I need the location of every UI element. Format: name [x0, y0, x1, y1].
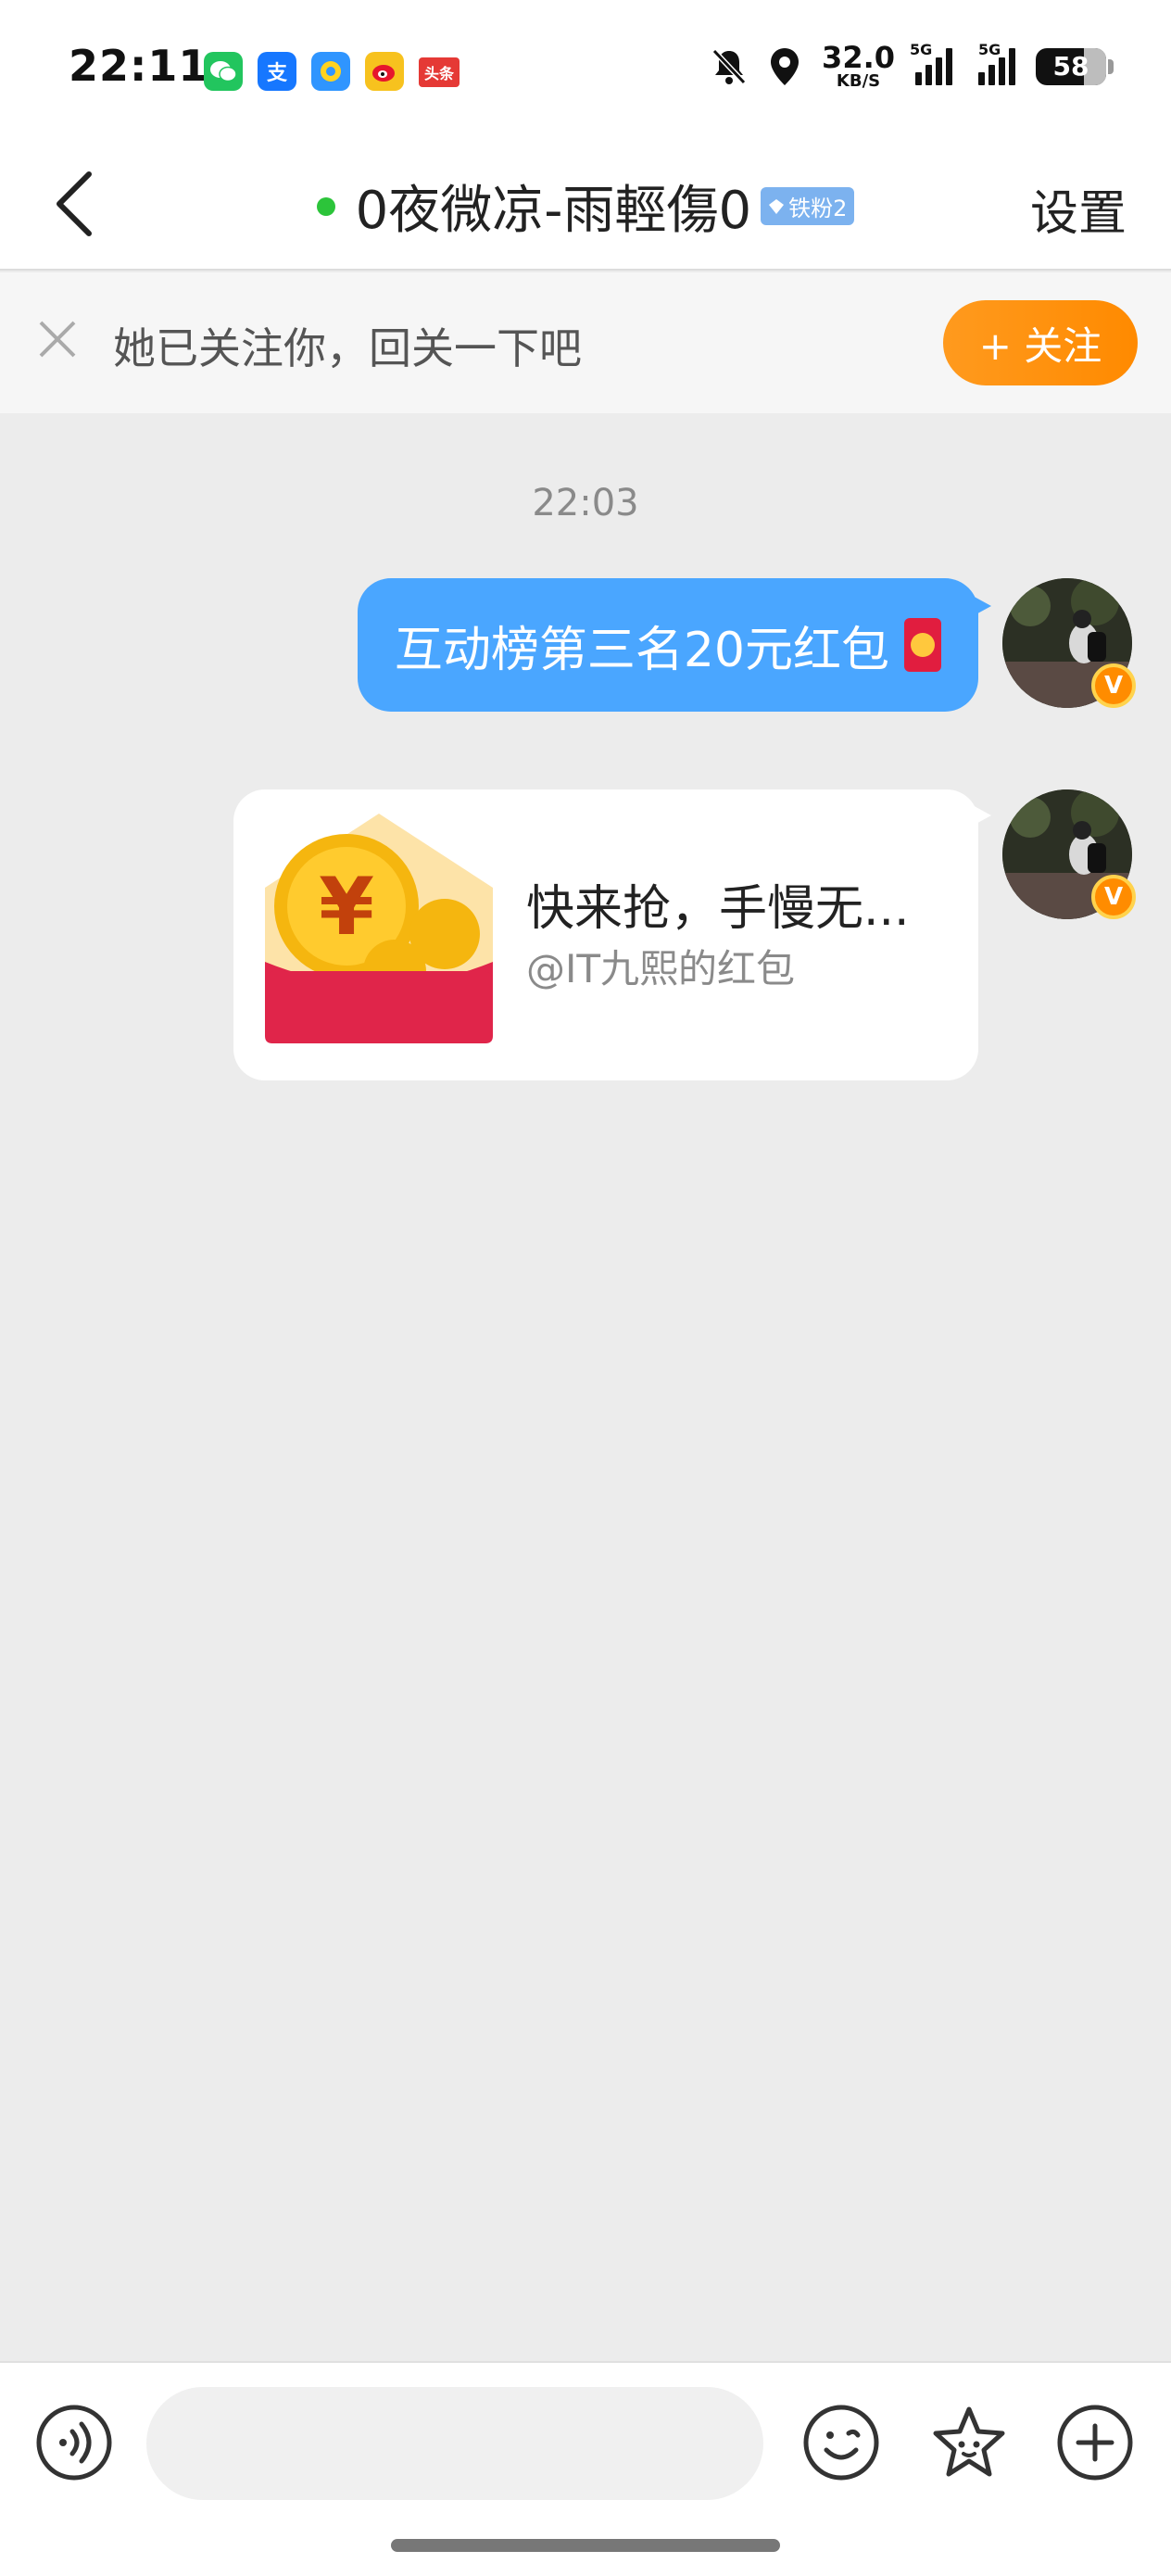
red-packet-icon: ¥ — [265, 814, 493, 1043]
contact-name: 0夜微凉-雨輕傷0 — [355, 181, 752, 241]
verified-v-icon: V — [1091, 663, 1136, 708]
toutiao-icon: 头条 — [419, 57, 460, 87]
online-status-dot — [316, 196, 335, 216]
close-icon[interactable] — [35, 317, 80, 361]
home-indicator[interactable] — [391, 2539, 780, 2552]
red-packet-title: 快来抢，手慢无... — [526, 881, 910, 937]
message-input[interactable] — [146, 2387, 763, 2500]
red-envelope-emoji-icon — [904, 618, 941, 672]
sim2-signal-icon: 5G — [978, 41, 1015, 85]
follow-back-banner: 她已关注你，回关一下吧 + 关注 — [0, 272, 1171, 413]
battery-icon: 58 — [1036, 47, 1114, 85]
contact-title[interactable]: 0夜微凉-雨輕傷0 铁粉2 — [0, 169, 1171, 244]
weibo-icon — [365, 52, 404, 91]
location-icon — [771, 47, 800, 85]
notification-icons: 支 头条 — [204, 52, 460, 91]
red-packet-sender: @IT九熙的红包 — [526, 946, 796, 991]
mute-bell-icon — [711, 48, 747, 84]
qq-browser-icon — [311, 52, 350, 91]
text-message-bubble[interactable]: 互动榜第三名20元红包 — [357, 578, 992, 712]
svg-text:¥: ¥ — [319, 861, 374, 953]
add-more-icon[interactable] — [1056, 2404, 1134, 2481]
red-packet-message[interactable]: ¥ 快来抢，手慢无... @IT九熙的红包 — [233, 789, 991, 1080]
voice-input-icon[interactable] — [35, 2404, 113, 2481]
message-timestamp: 22:03 — [532, 482, 639, 524]
status-bar: 22:11 支 头条 32.0 KB/S 5G 5G 58 — [0, 0, 1171, 139]
chat-header: 0夜微凉-雨輕傷0 铁粉2 设置 — [0, 139, 1171, 271]
alipay-icon: 支 — [258, 52, 296, 91]
status-time: 22:11 — [69, 41, 209, 91]
net-speed: 32.0 KB/S — [822, 40, 895, 91]
message-text: 互动榜第三名20元红包 — [394, 622, 889, 678]
wechat-icon — [204, 52, 243, 91]
status-indicators: 32.0 KB/S 5G 5G 58 — [711, 40, 1114, 91]
follow-button[interactable]: + 关注 — [943, 300, 1138, 385]
settings-button[interactable]: 设置 — [1030, 174, 1127, 244]
diamond-icon — [769, 198, 785, 214]
sim1-signal-icon: 5G — [910, 41, 952, 85]
sticker-star-icon[interactable] — [930, 2404, 1008, 2481]
avatar[interactable]: V — [1002, 578, 1136, 708]
avatar[interactable]: V — [1002, 789, 1136, 919]
follow-prompt-text: 她已关注你，回关一下吧 — [113, 323, 582, 373]
fan-level-badge: 铁粉2 — [761, 187, 855, 225]
verified-v-icon: V — [1091, 875, 1136, 919]
emoji-icon[interactable] — [802, 2404, 880, 2481]
chat-screen: 22:11 支 头条 32.0 KB/S 5G 5G 58 0夜微凉-雨輕傷0 … — [0, 0, 1171, 2576]
